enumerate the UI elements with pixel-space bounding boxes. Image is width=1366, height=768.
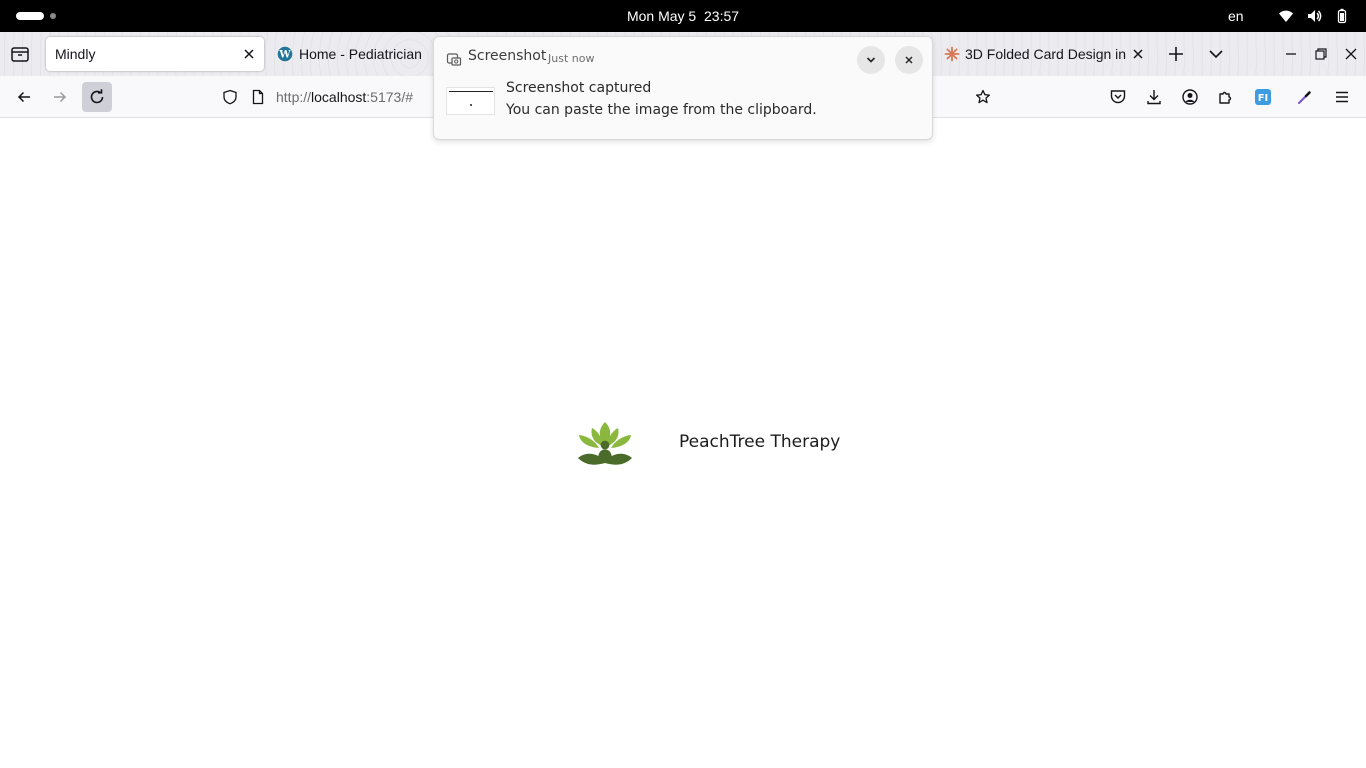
chevron-down-icon	[866, 57, 876, 63]
download-icon[interactable]	[1145, 88, 1163, 106]
restore-icon[interactable]	[1313, 46, 1329, 62]
system-clock[interactable]: Mon May 5 23:57	[0, 0, 1366, 32]
new-tab-icon[interactable]	[1166, 44, 1186, 64]
extensions-icon[interactable]	[1217, 88, 1235, 106]
forward-button[interactable]	[47, 84, 73, 110]
notification-app-name: Screenshot	[468, 48, 547, 64]
system-top-bar: Mon May 5 23:57 en	[0, 0, 1366, 32]
notification-expand-button[interactable]	[857, 46, 885, 74]
firefox-view-icon[interactable]	[8, 42, 32, 66]
tab-title: Home - Pediatrician	[299, 46, 422, 62]
url-path: :5173/#	[366, 89, 414, 105]
wordpress-icon: W	[277, 46, 293, 62]
wifi-icon[interactable]	[1278, 8, 1294, 24]
extension-fi-icon[interactable]: FI	[1254, 88, 1272, 106]
page-icon[interactable]	[250, 89, 266, 105]
notification-body: You can paste the image from the clipboa…	[506, 102, 817, 118]
menu-icon[interactable]	[1333, 88, 1351, 106]
claude-icon	[944, 46, 960, 62]
svg-text:FI: FI	[1258, 93, 1269, 104]
arrow-right-icon	[54, 91, 67, 103]
pocket-icon[interactable]	[1109, 88, 1127, 106]
notification-close-button[interactable]	[895, 46, 923, 74]
notification-title: Screenshot captured	[506, 80, 652, 96]
battery-icon[interactable]	[1334, 8, 1350, 24]
screenshot-notification[interactable]: Screenshot Just now Screenshot captured …	[433, 36, 933, 140]
thumbnail-bar	[449, 91, 493, 92]
thumbnail-dot	[470, 104, 472, 106]
tab-pediatrician[interactable]: W Home - Pediatrician	[268, 37, 432, 71]
language-indicator[interactable]: en	[1228, 0, 1244, 32]
svg-text:W: W	[278, 50, 291, 61]
close-window-icon[interactable]	[1343, 46, 1359, 62]
tab-mindly[interactable]: Mindly	[46, 37, 264, 71]
back-button[interactable]	[11, 84, 37, 110]
url-scheme: http://	[276, 89, 312, 105]
arrow-left-icon	[17, 91, 30, 103]
close-tab-icon[interactable]	[1130, 46, 1146, 62]
close-icon	[905, 56, 913, 64]
reload-button[interactable]	[82, 82, 112, 112]
brand-lockup: PeachTree Therapy	[576, 420, 846, 468]
bookmark-star-icon[interactable]	[975, 89, 991, 105]
lotus-logo-icon	[578, 422, 632, 465]
tab-3d-folded-card[interactable]: 3D Folded Card Design in	[936, 37, 1152, 71]
tab-title: Mindly	[55, 46, 96, 62]
chevron-down-icon[interactable]	[1207, 45, 1225, 63]
notification-time: Just now	[548, 52, 595, 65]
close-tab-icon[interactable]	[241, 46, 257, 62]
volume-icon[interactable]	[1306, 8, 1322, 24]
url-text[interactable]: http://localhost:5173/#	[276, 80, 413, 114]
brand-name: PeachTree Therapy	[679, 432, 841, 452]
minimize-icon[interactable]	[1283, 46, 1299, 62]
screenshot-app-icon	[446, 53, 462, 66]
reload-icon	[90, 89, 104, 104]
page-viewport: PeachTree Therapy	[0, 118, 1366, 768]
screenshot-thumbnail	[446, 87, 495, 115]
url-host: localhost	[311, 89, 367, 105]
shield-icon[interactable]	[222, 89, 238, 105]
eyedropper-icon[interactable]	[1296, 88, 1314, 106]
account-icon[interactable]	[1181, 88, 1199, 106]
tab-title: 3D Folded Card Design in	[965, 46, 1127, 62]
